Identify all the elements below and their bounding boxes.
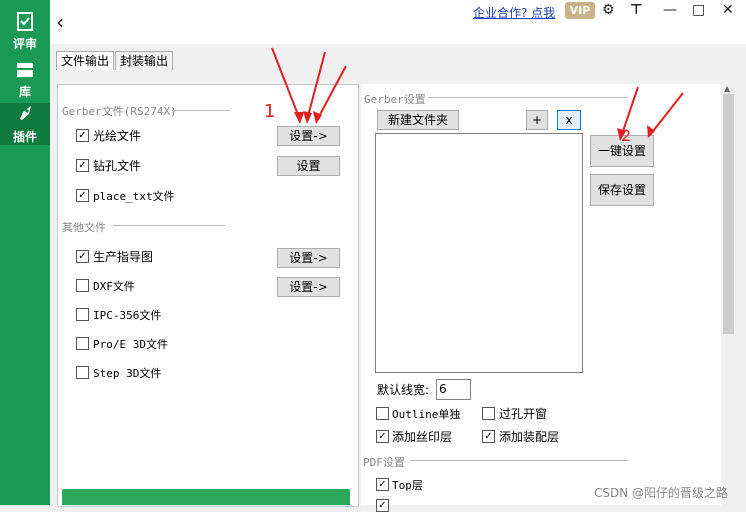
annotation-arrow xyxy=(271,47,301,121)
annotation-number-1: 1 xyxy=(264,101,276,122)
arrow-head xyxy=(303,111,312,124)
annotation-arrow xyxy=(649,92,684,136)
arrow-head xyxy=(294,112,304,124)
annotation-arrow xyxy=(316,65,347,121)
annotation-number-2: 2 xyxy=(621,126,632,145)
arrow-head xyxy=(647,125,655,138)
watermark: CSDN @阳仔的晋级之路 xyxy=(594,486,729,500)
annotation-overlay xyxy=(271,47,684,141)
